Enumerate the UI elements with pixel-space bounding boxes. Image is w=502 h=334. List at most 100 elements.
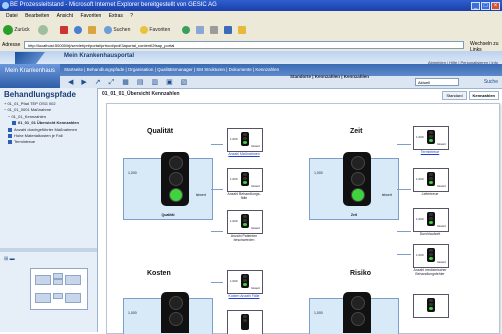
tab-kennzahlen[interactable]: Kennzahlen [468,91,499,100]
favorites-button[interactable]: Favoriten [140,24,170,36]
kpi-box-small[interactable]: 1,000 Istwert [413,244,449,268]
traffic-light-icon [427,172,435,186]
print-icon [210,25,218,34]
kpi-box-small[interactable] [227,310,263,334]
tree-item[interactable]: Termintreue [4,139,79,145]
connector-line [211,189,223,190]
menu-ansicht[interactable]: Ansicht [57,13,73,19]
kpi-label: Anzahl Patienten beschwerden [230,234,258,242]
tab-standard[interactable]: Standard [442,91,467,100]
kpi-box-small[interactable]: 1,000 Istwert [227,210,263,234]
overview-zoom-icons[interactable]: ⊞ ▬ [4,256,15,262]
edit-icon [224,25,232,34]
kpi-label: Durchlaufzeit [419,232,441,236]
kpi-icon [8,133,12,138]
section-title-kosten: Kosten [147,270,171,277]
kpi-canvas: Qualität 1,000 Istwert Qualität 1,000 Is… [106,103,500,334]
kpi-box-small[interactable]: 1,000 Istwert [227,270,263,294]
kpi-icon [8,127,12,132]
kpi-link[interactable]: Termintreue [411,150,449,154]
close-button[interactable]: × [491,2,500,10]
ie-icon [2,2,9,9]
traffic-light-icon [427,130,435,144]
connector-line [211,282,223,283]
home-icon [88,25,96,34]
search-button[interactable]: Suchen [104,24,130,36]
document-icon [12,121,16,126]
stop-icon [60,25,68,34]
kpi-label: Anzahl Behandlungs-fälle [227,192,261,200]
print-button[interactable] [210,24,218,36]
traffic-light-icon [241,314,249,330]
view-toolbar-icons[interactable]: ◀▶↗⤢▦▤▥▣▧ [68,78,195,87]
address-input[interactable]: http://localhost:50000/irj/servlet/prt/p… [24,41,464,49]
window-controls: _ □ × [470,1,500,10]
connector-line [397,189,411,190]
home-tab[interactable]: Mein Krankenhaus [0,64,60,88]
window-titlebar: BE Prozessleitstand - Microsoft Internet… [0,0,502,11]
refresh-button[interactable] [74,24,82,36]
kpi-box-small[interactable]: 1,000 Istwert [413,126,449,150]
connector-line [397,254,411,255]
traffic-light-icon [241,214,249,228]
traffic-light-icon [427,248,435,262]
kpi-box-small[interactable]: 1,000 Istwert [413,208,449,232]
menu-favoriten[interactable]: Favoriten [80,13,101,19]
panel-divider[interactable] [0,248,97,252]
section-title-risiko: Risiko [350,270,372,277]
traffic-light-icon [427,212,435,226]
traffic-light-icon [343,292,371,333]
left-navigation-panel: Behandlungspfade + 01_01_Pfad TEP OSG 00… [0,88,98,332]
traffic-light-icon [161,292,189,333]
forward-button[interactable] [38,24,48,36]
edit-button[interactable] [224,24,232,36]
maximize-button[interactable]: □ [481,2,490,10]
kpi-box-small[interactable]: 1,000 Istwert [227,128,263,152]
kpi-box-small[interactable] [413,294,449,318]
traffic-light-icon [427,298,435,312]
subnav-search[interactable]: Suche [484,79,498,85]
top-nav-items[interactable]: Startseite | Behandlungspfade | Organisa… [64,67,279,72]
navigation-tree: + 01_01_Pfad TEP OSG 002 − 01_01_0001 Ma… [4,101,79,146]
portal-title: Mein Krankenhausportal [64,53,135,59]
portal-logo [15,52,45,64]
view-select[interactable]: Aktuell [415,78,459,86]
subnav-links[interactable]: Standorte | Kennzahlen | Kennzahlen [290,74,369,79]
minimize-button[interactable]: _ [471,2,480,10]
forward-arrow-icon [38,24,48,35]
kpi-box-small[interactable]: 1,000 Istwert [227,168,263,192]
traffic-light-icon [241,132,249,146]
browser-toolbar: Zurück Suchen Favoriten [0,21,502,40]
sub-navigation: ◀▶↗⤢▦▤▥▣▧ Standorte | Kennzahlen | Kennz… [60,74,502,89]
history-button[interactable] [182,24,190,36]
stop-button[interactable] [60,24,68,36]
kpi-link[interactable]: Anzahl Maßnahmen [225,152,263,156]
kpi-box-small[interactable]: 1,000 Istwert [413,168,449,192]
traffic-light-icon [161,152,189,206]
menu-datei[interactable]: Datei [6,13,18,19]
mail-button[interactable] [196,24,204,36]
menu-extras[interactable]: Extras [109,13,123,19]
section-title-qualitaet: Qualität [147,128,174,135]
content-title: 01_01_01_Übersicht Kennzahlen [102,91,180,97]
kpi-icon [8,140,12,145]
back-button[interactable]: Zurück [3,24,30,36]
menu-bearbeiten[interactable]: Bearbeiten [25,13,49,19]
menu-help[interactable]: ? [130,13,133,19]
folder-button[interactable] [238,24,246,36]
folder-icon [238,25,246,34]
connector-line [397,144,411,145]
traffic-light-icon [241,172,249,186]
kpi-link[interactable]: Kosten Anzahl Fälle [225,294,263,298]
refresh-icon [74,25,82,34]
back-arrow-icon [3,24,13,35]
mail-icon [196,25,204,34]
content-tabs: Standard Kennzahlen [440,91,499,100]
home-button[interactable] [88,24,96,36]
connector-line [211,231,223,232]
section-title-zeit: Zeit [350,128,363,135]
kpi-label: Anzahl medizinischer Behandlungsfehler [413,268,447,276]
connector-line [397,231,411,232]
overview-thumbnail[interactable] [30,268,88,310]
kpi-label: Liefertreue [421,192,439,196]
